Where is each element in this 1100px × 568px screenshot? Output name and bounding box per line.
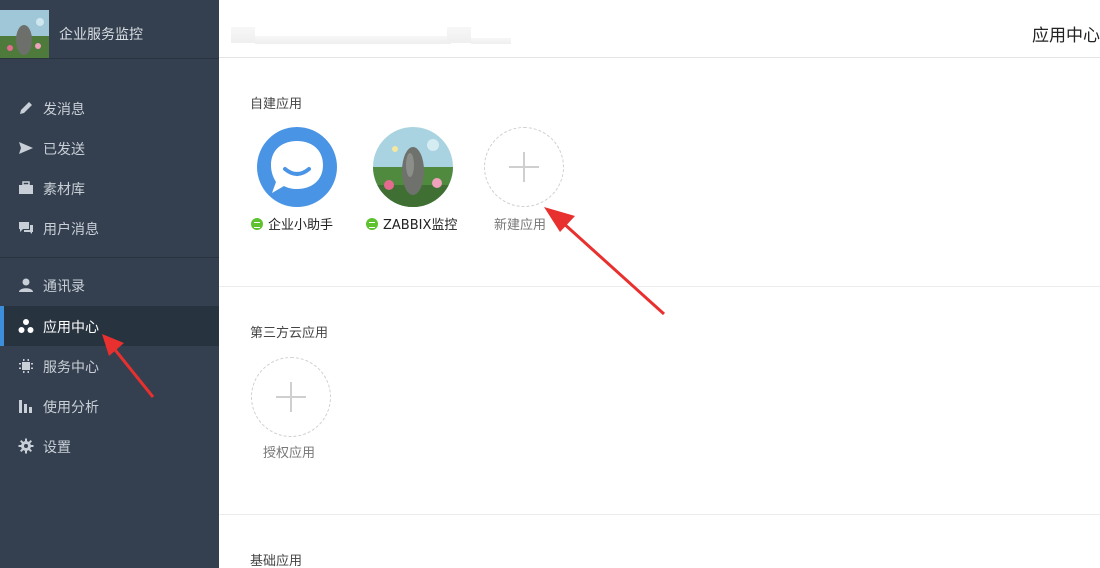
sidebar-item-settings[interactable]: 设置 [0, 426, 219, 466]
pencil-icon [20, 102, 32, 114]
sidebar-item-sent[interactable]: 已发送 [0, 128, 219, 168]
section-divider [219, 286, 1100, 287]
redacted-area [231, 27, 255, 43]
new-app-label: 新建应用 [494, 218, 547, 233]
app-label-text: 企业小助手 [268, 218, 334, 233]
user-icon [19, 278, 33, 292]
sidebar-item-usage-analysis[interactable]: 使用分析 [0, 386, 219, 426]
sidebar-item-label: 通讯录 [43, 279, 85, 295]
sidebar-item-label: 服务中心 [43, 360, 99, 376]
sidebar-item-send-message[interactable]: 发消息 [0, 88, 219, 128]
section-title-custom-apps: 自建应用 [250, 97, 303, 112]
app-tile-assistant[interactable]: 企业小助手 [251, 127, 357, 237]
app-tile-zabbix[interactable]: ZABBIX监控 [366, 127, 473, 237]
sidebar-item-contacts[interactable]: 通讯录 [0, 265, 219, 305]
authorize-app-label: 授权应用 [263, 446, 316, 461]
apps-icon [18, 319, 34, 333]
chat-bubble-icon [257, 127, 337, 207]
sidebar-item-label: 发消息 [43, 102, 85, 118]
section-divider [219, 514, 1100, 515]
sidebar-item-materials[interactable]: 素材库 [0, 168, 219, 208]
sidebar-divider [0, 257, 219, 258]
redacted-area [447, 27, 471, 43]
plus-icon [251, 357, 331, 437]
sidebar-item-user-messages[interactable]: 用户消息 [0, 208, 219, 248]
app-label-text: ZABBIX监控 [383, 218, 458, 233]
sidebar-item-app-center[interactable]: 应用中心 [0, 306, 219, 346]
briefcase-icon [19, 181, 33, 194]
status-icon [366, 218, 378, 230]
section-title-third-party: 第三方云应用 [250, 326, 329, 341]
sidebar-item-label: 应用中心 [43, 320, 99, 336]
bar-chart-icon [19, 400, 32, 413]
brand: 企业服务监控 [0, 8, 219, 59]
brand-name: 企业服务监控 [59, 27, 143, 43]
send-icon [19, 142, 33, 154]
authorize-app-button[interactable]: 授权应用 [251, 357, 351, 467]
plus-icon [484, 127, 564, 207]
app-root: 企业服务监控 发消息 已发送 素材库 用户消息 通讯录 应用中心 服务中心 使用… [0, 0, 1100, 568]
brand-logo [0, 10, 49, 58]
gear-icon [18, 438, 34, 454]
sidebar-item-label: 使用分析 [43, 400, 99, 416]
sidebar: 企业服务监控 发消息 已发送 素材库 用户消息 通讯录 应用中心 服务中心 使用… [0, 0, 219, 568]
redacted-area [255, 36, 451, 44]
app-label: 企业小助手 [251, 214, 333, 233]
new-app-button[interactable]: 新建应用 [484, 127, 584, 237]
page-title: 应用中心 [1032, 26, 1100, 46]
chip-icon [19, 359, 33, 373]
sidebar-item-label: 已发送 [43, 142, 85, 158]
section-title-basic: 基础应用 [250, 554, 303, 568]
app-label: ZABBIX监控 [366, 214, 457, 233]
sidebar-item-service-center[interactable]: 服务中心 [0, 346, 219, 386]
redacted-area [471, 38, 511, 44]
sidebar-item-label: 设置 [43, 440, 71, 456]
sidebar-item-label: 素材库 [43, 182, 85, 198]
sidebar-item-label: 用户消息 [43, 222, 99, 238]
status-icon [251, 218, 263, 230]
top-bar: 应用中心 [219, 0, 1100, 58]
chat-icon [19, 222, 33, 234]
app-avatar-image [373, 127, 453, 207]
